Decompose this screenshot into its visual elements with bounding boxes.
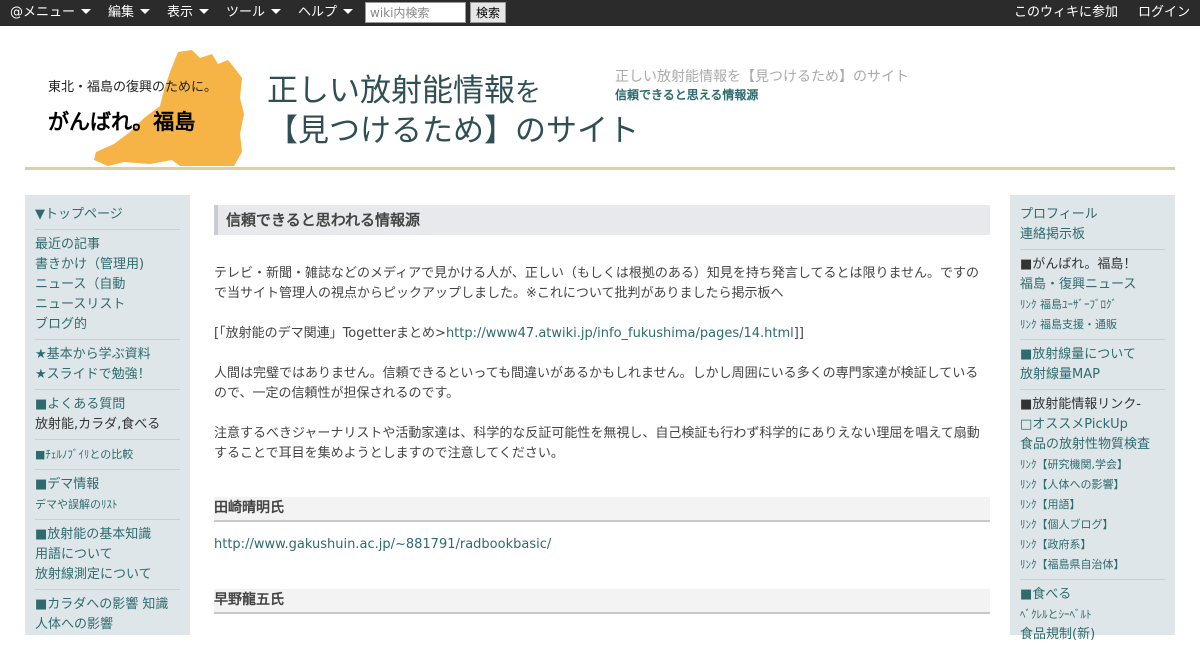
left-sidebar-item[interactable]: ■カラダへの影響 知識 (35, 595, 180, 615)
site-logo[interactable]: 東北・福島の復興のために。 がんばれ。福島 (40, 48, 245, 168)
page-title: 信頼できると思われる情報源 (214, 205, 990, 235)
left-sidebar-item[interactable]: 人体への影響 (35, 615, 180, 635)
right-sidebar-item[interactable]: ■放射線量について (1020, 345, 1165, 365)
right-sidebar-item[interactable]: ﾘﾝｸ【人体への影響】 (1020, 475, 1165, 495)
chevron-down-icon (343, 9, 354, 14)
search-button[interactable]: 検索 (470, 2, 506, 23)
right-sidebar-item[interactable]: ﾘﾝｸ【研究機関,学会】 (1020, 455, 1165, 475)
sidebar-separator (35, 469, 180, 470)
left-sidebar-item[interactable]: ■デマ情報 (35, 475, 180, 495)
login-link[interactable]: ログイン (1138, 0, 1190, 26)
left-sidebar: ▼トップページ 最近の記事 書きかけ（管理用) ニュース（自動 ニュースリスト ブログ的 ★… (25, 195, 190, 635)
site-title-particle: を (515, 78, 542, 108)
chevron-down-icon (81, 9, 92, 14)
right-sidebar-item[interactable]: ﾘﾝｸ【政府系】 (1020, 535, 1165, 555)
logo-name: がんばれ。福島 (48, 110, 196, 134)
page-breadcrumb-link[interactable]: 信頼できると思える情報源 (615, 86, 758, 103)
right-sidebar-item[interactable]: ■食べる (1020, 585, 1165, 605)
site-title: 正しい放射能情報を 【見つけるため】のサイト (267, 72, 639, 150)
menu-tools[interactable]: ツール (226, 0, 282, 26)
sidebar-separator (35, 589, 180, 590)
person-heading-hayano: 早野龍五氏 (214, 589, 990, 614)
chevron-down-icon (140, 9, 151, 14)
sidebar-separator (1020, 249, 1165, 250)
intro-paragraph: テレビ・新聞・雑誌などのメディアで見かける人が、正しい（もしくは根拠のある）知見… (214, 266, 980, 301)
left-sidebar-item: 放射能,カラダ,食べる (35, 417, 161, 432)
left-sidebar-item[interactable]: 最近の記事 (35, 235, 180, 255)
menu-label: @メニュー (10, 5, 76, 20)
top-navigation-bar: @メニュー 編集 表示 ツール ヘルプ 検索 このウィキに参加 ログイン (0, 0, 1200, 26)
menu-label: 編集 (108, 5, 135, 20)
join-wiki-link[interactable]: このウィキに参加 (1014, 0, 1118, 26)
right-sidebar-item: ■がんばれ。福島！ (1020, 257, 1137, 272)
right-sidebar-item[interactable]: ﾍﾞｸﾚﾙとｼｰﾍﾞﾙﾄ (1020, 605, 1165, 625)
left-sidebar-item[interactable]: ■放射能の基本知識 (35, 525, 180, 545)
left-sidebar-item[interactable]: 放射線測定について (35, 565, 180, 585)
right-sidebar-item[interactable]: ﾘﾝｸ【個人ブログ】 (1020, 515, 1165, 535)
togetter-prefix: [「放射能のデマ関連」Togetterまとめ> (214, 326, 446, 341)
tazaki-link[interactable]: http://www.gakushuin.ac.jp/~881791/radbo… (214, 537, 551, 552)
togetter-paragraph: [「放射能のデマ関連」Togetterまとめ>http://www47.atwi… (214, 324, 990, 344)
menu-edit[interactable]: 編集 (108, 0, 151, 26)
chevron-down-icon (199, 9, 210, 14)
left-sidebar-item[interactable]: ■よくある質問 (35, 395, 180, 415)
person-heading-tazaki: 田崎晴明氏 (214, 497, 990, 522)
reliability-paragraph: 人間は完璧ではありません。信頼できるといっても間違いがあるかもしれません。しかし… (214, 366, 979, 401)
main-content: 信頼できると思われる情報源 テレビ・新聞・雑誌などのメディアで見かける人が、正し… (214, 205, 990, 614)
left-sidebar-item[interactable]: ▼トップページ (35, 205, 180, 225)
menu-view[interactable]: 表示 (167, 0, 210, 26)
left-sidebar-item[interactable]: デマや誤解のﾘｽﾄ (35, 495, 180, 515)
right-sidebar-item[interactable]: ﾘﾝｸ【福島県自治体】 (1020, 555, 1165, 575)
right-sidebar-item[interactable]: 連絡掲示板 (1020, 225, 1165, 245)
caution-paragraph: 注意するべきジャーナリストや活動家達は、科学的な反証可能性を無視し、自己検証も行… (214, 426, 980, 461)
right-sidebar-item[interactable]: □オススメPickUp (1020, 415, 1165, 435)
right-sidebar-item[interactable]: 食品規制(新) (1020, 625, 1165, 645)
left-sidebar-item[interactable]: 書きかけ（管理用) (35, 255, 180, 275)
right-sidebar-item[interactable]: 福島・復興ニュース (1020, 275, 1165, 295)
header-divider (25, 167, 1175, 170)
right-sidebar-item[interactable]: ﾘﾝｸ 福島ﾕｰｻﾞｰﾌﾞﾛｸﾞ (1020, 295, 1165, 315)
togetter-link[interactable]: http://www47.atwiki.jp/info_fukushima/pa… (446, 326, 794, 341)
left-sidebar-item[interactable]: ニュース（自動 (35, 275, 180, 295)
chevron-down-icon (271, 9, 282, 14)
menu-label: ヘルプ (298, 5, 338, 20)
sidebar-separator (35, 339, 180, 340)
sidebar-separator (35, 439, 180, 440)
right-sidebar: プロフィール 連絡掲示板 ■がんばれ。福島！ 福島・復興ニュース ﾘﾝｸ 福島ﾕｰｻﾞｰ… (1010, 195, 1175, 642)
right-sidebar-item[interactable]: プロフィール (1020, 205, 1165, 225)
right-sidebar-item: ■放射能情報リンク- (1020, 397, 1141, 412)
menu-help[interactable]: ヘルプ (298, 0, 354, 26)
sidebar-separator (1020, 389, 1165, 390)
site-title-line2: 【見つけるため】のサイト (267, 113, 639, 149)
left-sidebar-item[interactable]: ★スライドで勉強！ (35, 365, 180, 385)
sidebar-separator (35, 389, 180, 390)
sidebar-separator (35, 229, 180, 230)
site-subtitle: 正しい放射能情報を【見つけるため】のサイト (615, 69, 909, 85)
menu-label: ツール (226, 5, 266, 20)
sidebar-separator (35, 519, 180, 520)
menu-at-menu[interactable]: @メニュー (10, 0, 92, 26)
wiki-search-input[interactable] (365, 2, 466, 23)
right-sidebar-item[interactable]: 食品の放射性物質検査 (1020, 435, 1165, 455)
left-sidebar-item[interactable]: ブログ的 (35, 315, 180, 335)
left-sidebar-item[interactable]: ニュースリスト (35, 295, 180, 315)
sidebar-separator (1020, 339, 1165, 340)
right-sidebar-item[interactable]: ﾘﾝｸ【用語】 (1020, 495, 1165, 515)
logo-tagline: 東北・福島の復興のために。 (48, 80, 218, 95)
togetter-suffix: ]] (793, 326, 804, 341)
menu-label: 表示 (167, 5, 194, 20)
left-sidebar-item[interactable]: ■ﾁｪﾙﾉﾌﾞｲﾘとの比較 (35, 445, 180, 465)
left-sidebar-item[interactable]: ★基本から学ぶ資料 (35, 345, 180, 365)
left-sidebar-item[interactable]: 用語について (35, 545, 180, 565)
right-sidebar-item[interactable]: ﾘﾝｸ 福島支援・通販 (1020, 315, 1165, 335)
right-sidebar-item[interactable]: 放射線量MAP (1020, 365, 1165, 385)
sidebar-separator (1020, 579, 1165, 580)
site-title-main: 正しい放射能情報 (267, 73, 515, 109)
